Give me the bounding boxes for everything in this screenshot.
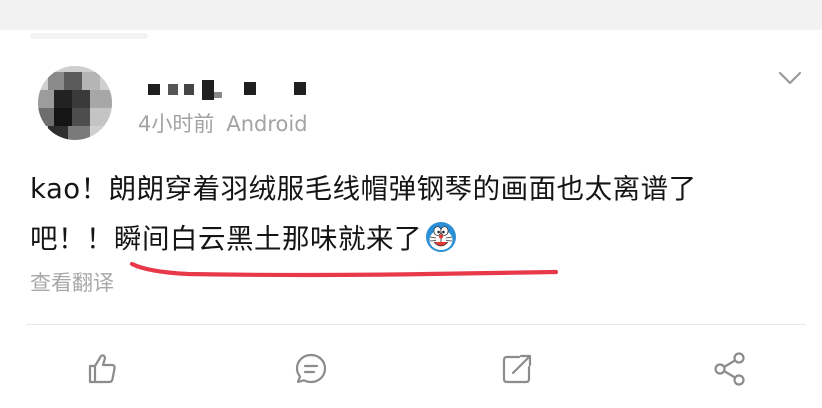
post-text-line-2: 吧！！瞬间白云黑土那味就来了 (30, 214, 805, 264)
post-text-line-2-content: 吧！！瞬间白云黑土那味就来了 (30, 223, 422, 255)
username-redacted[interactable] (148, 78, 348, 100)
avatar[interactable] (38, 66, 112, 140)
avatar-mosaic-tile (90, 90, 112, 108)
avatar-mosaic-tile (90, 108, 112, 126)
post-source: Android (226, 112, 308, 136)
thumbs-up-icon[interactable] (80, 347, 124, 391)
redaction-block (294, 82, 306, 95)
redaction-block (214, 92, 222, 98)
redaction-block (244, 82, 256, 95)
red-underline-annotation (128, 258, 560, 286)
avatar-mosaic-tile (72, 90, 90, 108)
redaction-block (202, 80, 214, 100)
repost-icon[interactable] (495, 347, 539, 391)
top-separator-band (0, 0, 822, 30)
doraemon-emoji-icon (424, 220, 458, 254)
post-meta: 4小时前 Android (138, 111, 308, 137)
avatar-mosaic-tile (38, 108, 54, 126)
avatar-mosaic-tile (82, 72, 100, 90)
redaction-block (184, 84, 194, 95)
avatar-mosaic-tile (48, 72, 64, 90)
avatar-mosaic-tile (64, 72, 82, 90)
avatar-mosaic-tile (48, 126, 68, 140)
redaction-block (168, 84, 178, 95)
comment-icon[interactable] (289, 347, 333, 391)
weibo-post-card: 4小时前 Android kao！朗朗穿着羽绒服毛线帽弹钢琴的画面也太离谱了 吧！… (0, 0, 822, 408)
faded-previous-content (30, 33, 148, 39)
chevron-down-icon[interactable] (776, 64, 804, 92)
avatar-mosaic-tile (54, 90, 72, 108)
post-time: 4小时前 (138, 112, 215, 136)
translate-link[interactable]: 查看翻译 (30, 268, 114, 298)
post-body: kao！朗朗穿着羽绒服毛线帽弹钢琴的画面也太离谱了 吧！！瞬间白云黑土那味就来了 (30, 164, 805, 264)
redaction-block (148, 84, 160, 95)
avatar-mosaic-tile (54, 108, 72, 126)
share-icon[interactable] (708, 347, 752, 391)
avatar-mosaic-tile (68, 126, 90, 140)
avatar-mosaic-tile (72, 108, 90, 126)
avatar-mosaic-tile (38, 90, 54, 108)
divider (26, 324, 806, 325)
post-text-line-1: kao！朗朗穿着羽绒服毛线帽弹钢琴的画面也太离谱了 (30, 173, 697, 205)
